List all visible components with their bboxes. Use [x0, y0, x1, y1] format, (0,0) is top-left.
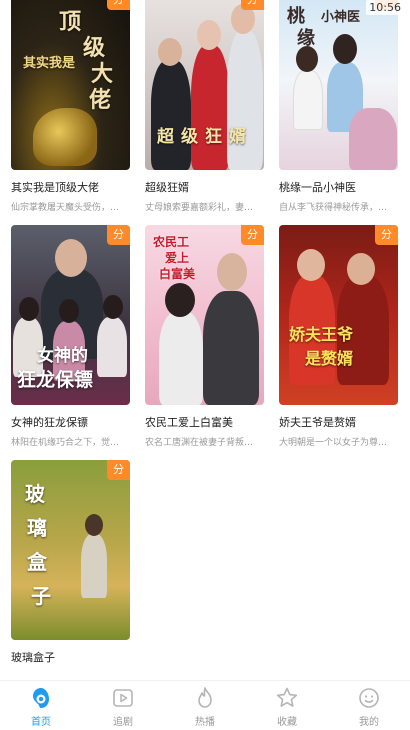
poster-figure: [81, 534, 107, 598]
drama-card[interactable]: 娇夫王爷 是赘婿 分 娇夫王爷是赘婿 大明朝是一个以女子为尊…: [279, 225, 398, 448]
paid-badge: 分: [375, 225, 398, 245]
tab-following[interactable]: 追剧: [93, 685, 153, 728]
poster-figure: [227, 30, 263, 170]
poster-figure: [159, 311, 203, 405]
drama-card[interactable]: 农民工 爱上 白富美 分 农民工爱上白富美 农名工唐渊在被妻子背叛…: [145, 225, 264, 448]
poster-title-char: 狂: [205, 127, 222, 147]
paid-badge: 分: [241, 0, 264, 10]
drama-title: 女神的狂龙保镖: [11, 416, 88, 429]
drama-poster: 农民工 爱上 白富美 分: [145, 225, 264, 405]
drama-card[interactable]: 女神的 狂龙保镖 分 女神的狂龙保镖 林阳在机缘巧合之下，觉…: [11, 225, 130, 448]
poster-title-line: 娇夫王爷: [289, 325, 354, 344]
drama-poster: 玻 璃 盒 子 分: [11, 460, 130, 640]
poster-figure: [33, 108, 97, 166]
poster-title-char: 璃: [27, 516, 47, 540]
drama-card[interactable]: 玻 璃 盒 子 分 玻璃盒子: [11, 460, 130, 665]
poster-title-char: 缘: [297, 28, 315, 49]
drama-title: 超级狂婿: [145, 181, 189, 194]
tab-favorites[interactable]: 收藏: [257, 685, 317, 728]
poster-figure: [59, 299, 79, 323]
smile-icon: [359, 688, 379, 708]
poster-figure: [333, 34, 357, 64]
poster-figure: [203, 291, 259, 405]
bottom-tab-bar: 首页 追剧 热播 收藏 我的: [0, 680, 410, 730]
tab-home[interactable]: 首页: [11, 685, 71, 728]
drama-desc: 仙宗掌教屠天魔头受伤，…: [11, 203, 120, 213]
poster-figure: [85, 514, 103, 536]
poster-title-char: 超: [157, 127, 176, 147]
flame-icon: [198, 687, 212, 708]
poster-title-line: 女神的: [37, 346, 88, 366]
paid-badge: 分: [241, 225, 264, 245]
poster-title-line: 狂龙保镖: [17, 369, 94, 391]
drama-desc: 农名工唐渊在被妻子背叛…: [145, 438, 254, 448]
tab-hot[interactable]: 热播: [175, 685, 235, 728]
poster-figure: [151, 60, 191, 170]
drama-desc: 丈母娘索要嘉额彩礼，妻…: [145, 203, 254, 213]
poster-title-line: 是赘婿: [305, 349, 354, 368]
poster-title-char: 顶: [59, 9, 82, 35]
drama-desc: 大明朝是一个以女子为尊…: [279, 438, 388, 448]
drama-list-screen: 10:56 顶 级 大 佬 其实我是 分 其实我是顶级大佬 仙宗掌教屠天魔头受伤…: [0, 0, 410, 730]
poster-figure: [297, 249, 325, 281]
status-time: 10:56: [366, 0, 404, 15]
poster-subtitle: 小神医: [321, 10, 361, 25]
drama-poster: 桃 缘 小神医 分: [279, 0, 398, 170]
home-icon: [33, 688, 49, 708]
poster-title-char: 子: [31, 584, 51, 608]
drama-poster: 顶 级 大 佬 其实我是 分: [11, 0, 130, 170]
drama-poster: 娇夫王爷 是赘婿 分: [279, 225, 398, 405]
drama-card[interactable]: 顶 级 大 佬 其实我是 分 其实我是顶级大佬 仙宗掌教屠天魔头受伤，…: [11, 0, 130, 213]
drama-grid: 顶 级 大 佬 其实我是 分 其实我是顶级大佬 仙宗掌教屠天魔头受伤，… 超 级: [11, 0, 398, 665]
tab-profile[interactable]: 我的: [339, 685, 399, 728]
paid-badge: 分: [107, 0, 130, 10]
drama-desc: 自从李飞获得神秘传承，…: [279, 203, 388, 213]
drama-poster: 超 级 狂 婿 分: [145, 0, 264, 170]
poster-figure: [191, 45, 229, 170]
poster-title-char: 级: [181, 127, 198, 147]
poster-title-line: 白富美: [159, 267, 196, 281]
tab-label: 热播: [195, 717, 215, 728]
poster-figure: [158, 38, 182, 66]
poster-title-line: 农民工: [153, 235, 190, 249]
poster-title-char: 盒: [27, 550, 47, 574]
poster-figure: [55, 239, 87, 277]
drama-card[interactable]: 超 级 狂 婿 分 超级狂婿 丈母娘索要嘉额彩礼，妻…: [145, 0, 264, 213]
drama-title: 农民工爱上白富美: [145, 416, 233, 429]
drama-title: 玻璃盒子: [11, 651, 55, 664]
poster-figure: [103, 295, 123, 319]
star-icon: [276, 687, 298, 707]
play-icon: [113, 689, 133, 707]
drama-title: 其实我是顶级大佬: [11, 181, 99, 194]
tab-label: 首页: [31, 717, 51, 728]
poster-title-line: 爱上: [165, 251, 190, 265]
paid-badge: 分: [107, 460, 130, 480]
poster-figure: [19, 297, 39, 321]
poster-figure: [165, 283, 195, 317]
poster-figure: [217, 253, 247, 291]
drama-desc: 林阳在机缘巧合之下，觉…: [11, 438, 120, 448]
drama-poster: 女神的 狂龙保镖 分: [11, 225, 130, 405]
poster-subtitle: 其实我是: [23, 56, 76, 71]
poster-figure: [347, 253, 375, 285]
tab-label: 我的: [359, 717, 379, 728]
poster-title-char: 佬: [89, 87, 112, 113]
drama-title: 桃缘一品小神医: [279, 181, 356, 194]
tab-label: 收藏: [277, 717, 297, 728]
drama-title: 娇夫王爷是赘婿: [279, 416, 356, 429]
poster-figure: [197, 20, 221, 50]
tab-label: 追剧: [113, 717, 133, 728]
paid-badge: 分: [107, 225, 130, 245]
poster-figure: [97, 317, 127, 377]
poster-title-char: 玻: [25, 482, 45, 506]
poster-figure: [349, 108, 397, 170]
poster-figure: [293, 70, 323, 130]
drama-card[interactable]: 桃 缘 小神医 分 桃缘一品小神医 自从李飞获得神秘传承，…: [279, 0, 398, 213]
poster-title-char: 婿: [229, 127, 246, 147]
